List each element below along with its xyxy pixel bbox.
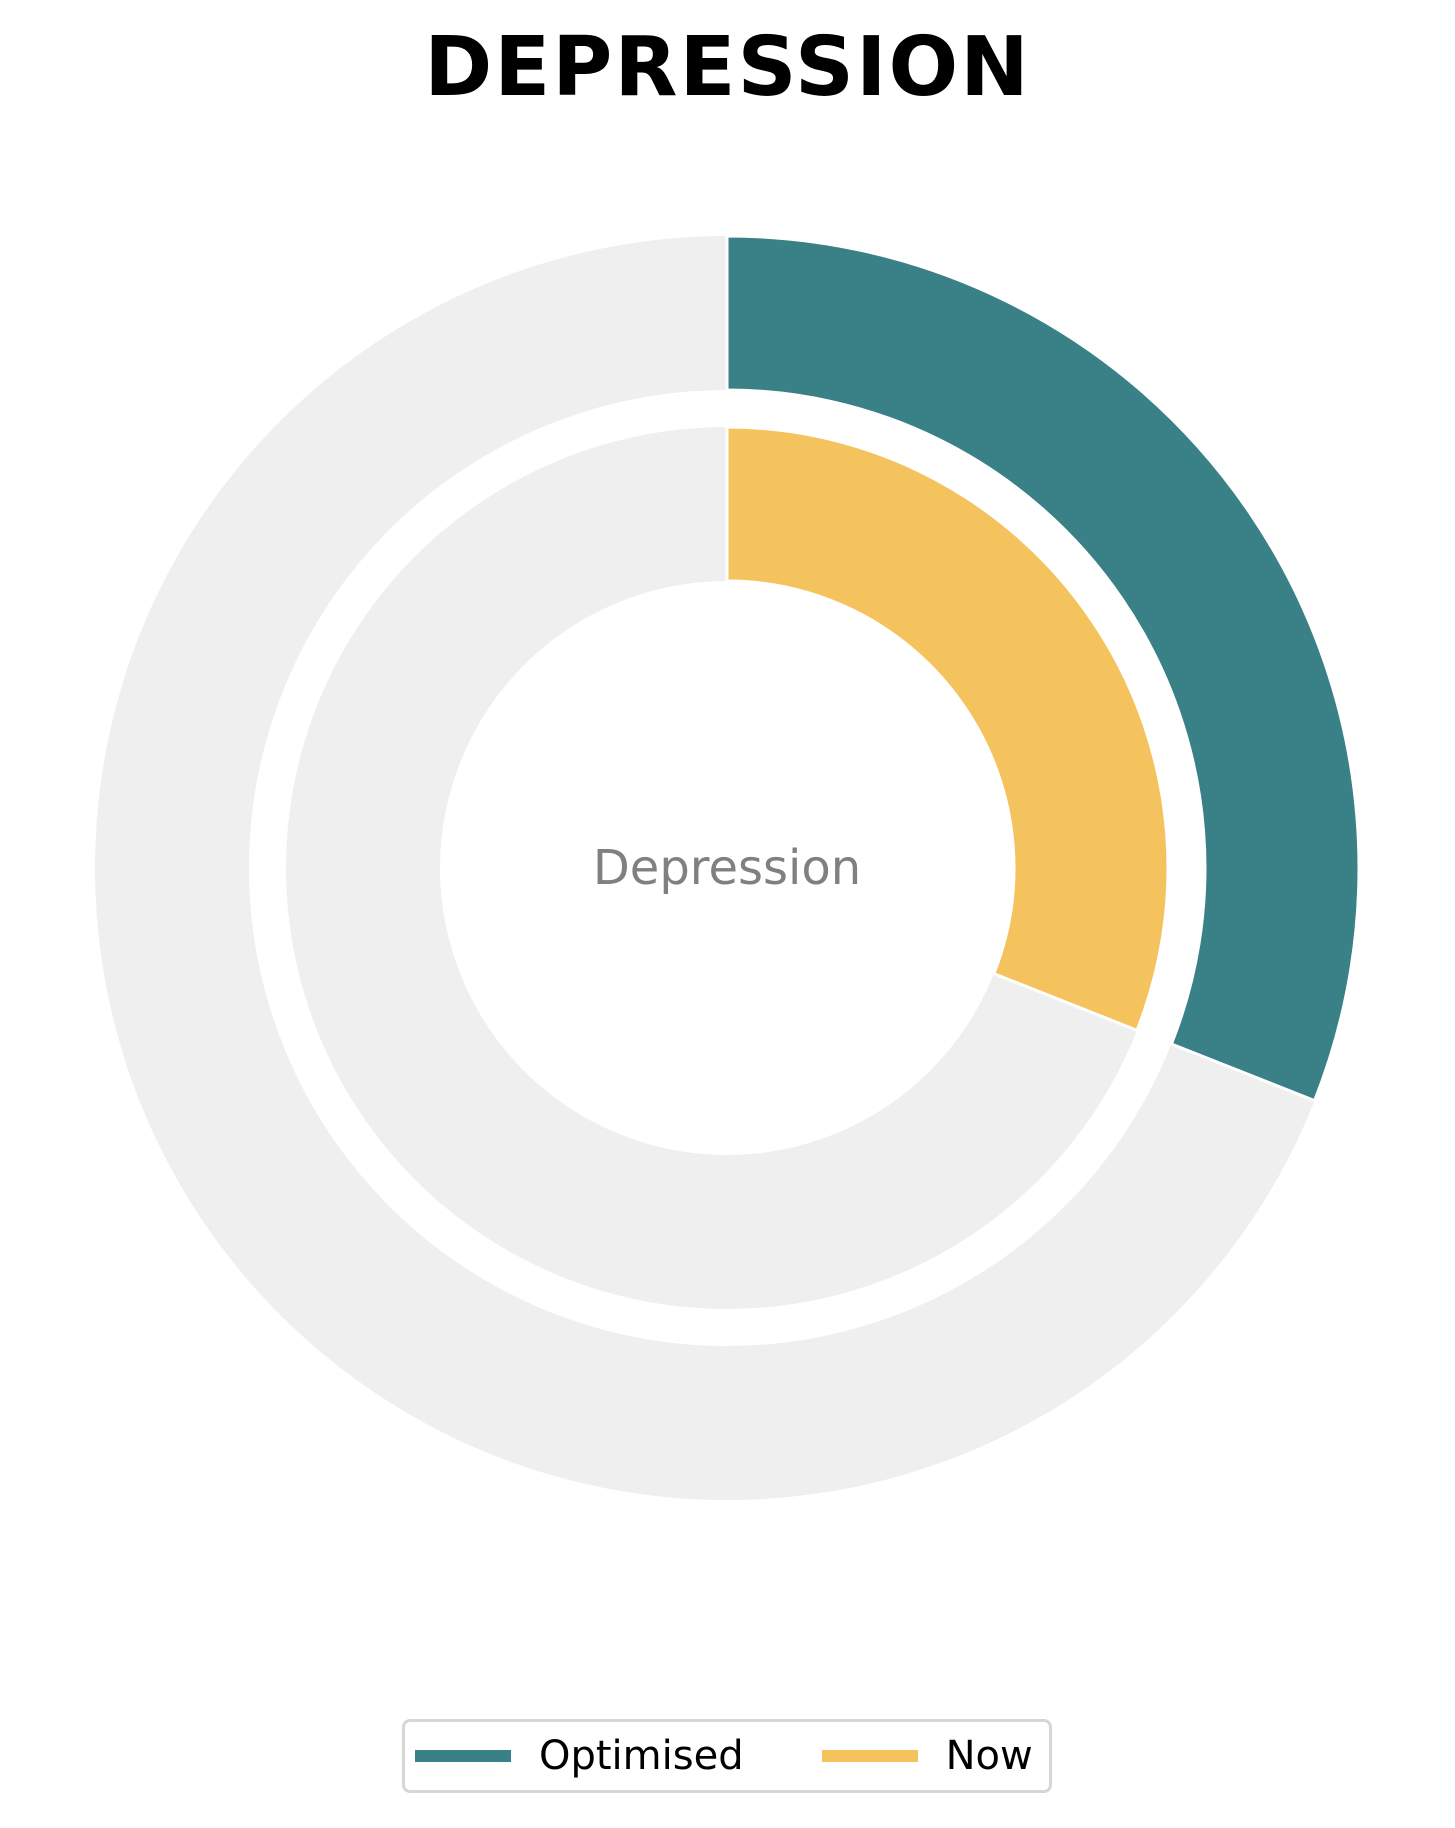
legend-item-now: Now: [821, 1722, 1033, 1790]
legend-item-optimised: Optimised: [415, 1722, 744, 1790]
legend-label-optimised: Optimised: [539, 1733, 744, 1779]
legend-swatch-optimised: [415, 1750, 511, 1762]
legend: Optimised Now: [402, 1719, 1052, 1793]
donut-chart: Depression: [95, 234, 1361, 1500]
center-label: Depression: [593, 840, 861, 896]
legend-label-now: Now: [945, 1733, 1033, 1779]
legend-swatch-now: [821, 1750, 918, 1762]
